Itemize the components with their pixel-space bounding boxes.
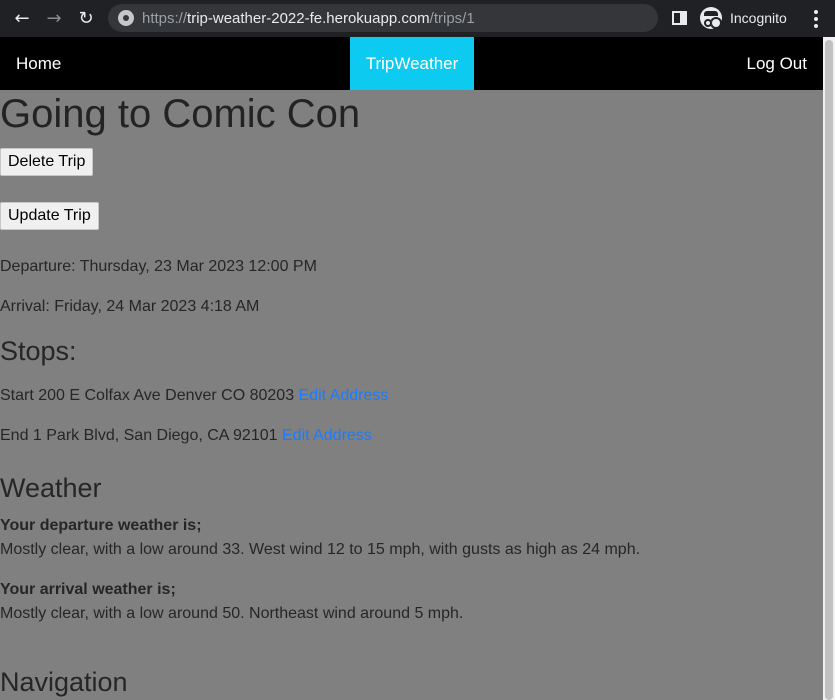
page-scrollbar-thumb[interactable] xyxy=(825,40,833,700)
incognito-icon xyxy=(700,7,722,29)
navigation-heading: Navigation xyxy=(0,667,128,697)
nav-brand-link[interactable]: TripWeather xyxy=(350,37,474,90)
update-trip-button[interactable]: Update Trip xyxy=(0,202,99,230)
forward-arrow-icon[interactable]: → xyxy=(42,6,66,30)
page-title: Going to Comic Con xyxy=(0,92,361,136)
arrival-weather-label: Your arrival weather is; xyxy=(0,581,176,598)
stops-heading: Stops: xyxy=(0,336,77,366)
nav-logout-link[interactable]: Log Out xyxy=(747,54,808,74)
arrival-weather-forecast: Mostly clear, with a low around 50. Nort… xyxy=(0,605,464,622)
back-arrow-icon[interactable]: ← xyxy=(10,6,34,30)
incognito-label: Incognito xyxy=(730,10,787,26)
departure-weather-label: Your departure weather is; xyxy=(0,517,202,534)
site-info-icon[interactable] xyxy=(118,10,134,26)
departure-weather-forecast: Mostly clear, with a low around 33. West… xyxy=(0,541,641,558)
app-navbar: Home TripWeather Log Out xyxy=(0,37,823,90)
browser-toolbar: ← → ↻ https://trip-weather-2022-fe.herok… xyxy=(0,0,835,37)
browser-menu-icon[interactable] xyxy=(814,10,818,28)
edit-start-address-link[interactable]: Edit Address xyxy=(299,387,389,404)
arrival-info: Arrival: Friday, 24 Mar 2023 4:18 AM xyxy=(0,298,260,315)
end-stop: End 1 Park Blvd, San Diego, CA 92101 Edi… xyxy=(0,427,372,445)
start-stop-address: Start 200 E Colfax Ave Denver CO 80203 xyxy=(0,387,295,404)
side-panel-icon[interactable] xyxy=(672,11,687,25)
url-text[interactable]: https://trip-weather-2022-fe.herokuapp.c… xyxy=(142,10,475,27)
end-stop-address: End 1 Park Blvd, San Diego, CA 92101 xyxy=(0,427,278,444)
edit-end-address-link[interactable]: Edit Address xyxy=(282,427,372,444)
delete-trip-button[interactable]: Delete Trip xyxy=(0,148,94,176)
reload-icon[interactable]: ↻ xyxy=(74,6,98,30)
departure-info: Departure: Thursday, 23 Mar 2023 12:00 P… xyxy=(0,258,317,275)
weather-heading: Weather xyxy=(0,473,102,503)
incognito-indicator[interactable]: Incognito xyxy=(700,7,787,29)
start-stop: Start 200 E Colfax Ave Denver CO 80203 E… xyxy=(0,387,388,405)
address-bar[interactable]: https://trip-weather-2022-fe.herokuapp.c… xyxy=(108,4,658,32)
nav-home-link[interactable]: Home xyxy=(16,54,61,74)
